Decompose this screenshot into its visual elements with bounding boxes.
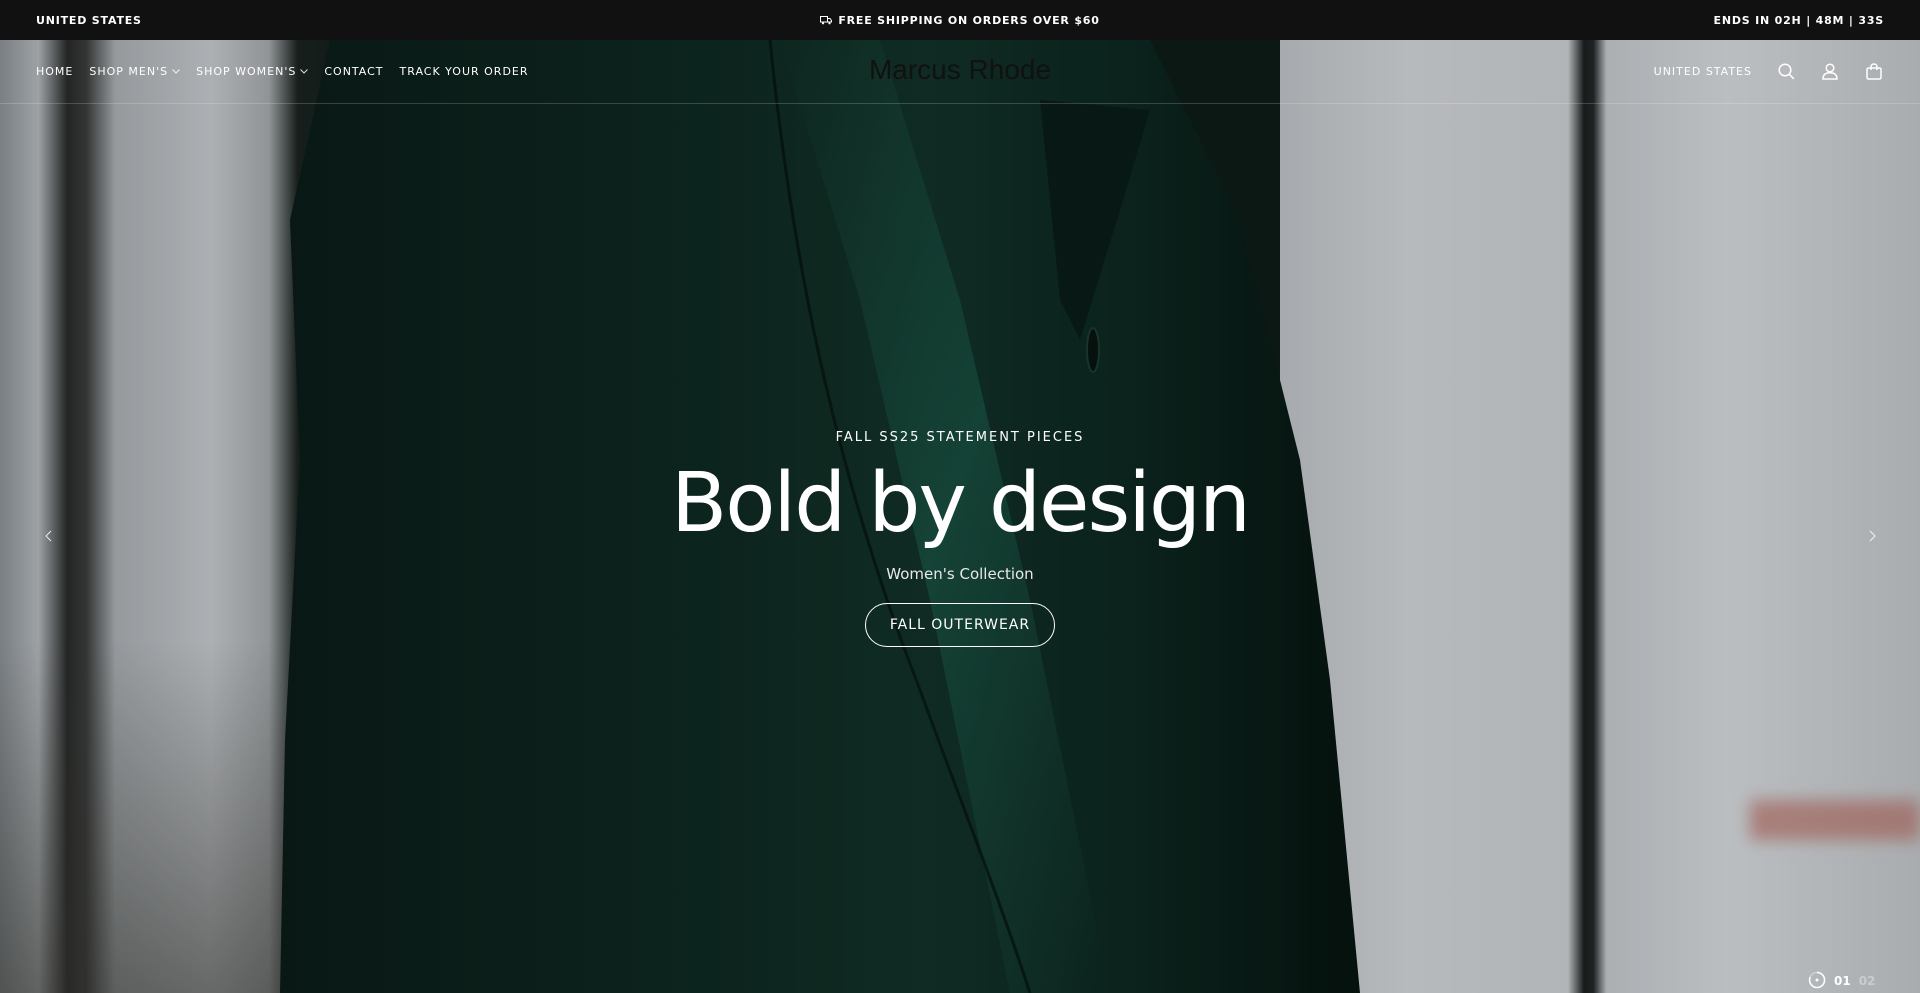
hero-subheadline: Women's Collection [886,565,1034,583]
fall-outerwear-button[interactable]: FALL OUTERWEAR [864,603,1056,647]
chevron-down-icon [172,67,180,77]
shipping-text: FREE SHIPPING ON ORDERS OVER $60 [838,13,1100,27]
nav-shop-mens-label: SHOP MEN'S [89,65,169,78]
hero-content: FALL SS25 STATEMENT PIECES Bold by desig… [0,430,1920,647]
nav-shop-mens[interactable]: SHOP MEN'S [89,65,180,78]
shipping-message: FREE SHIPPING ON ORDERS OVER $60 [820,14,1099,27]
chevron-left-icon [44,530,51,542]
chevron-right-icon [1869,530,1876,542]
nav-shop-womens-label: SHOP WOMEN'S [196,65,297,78]
site-logo[interactable]: Marcus Rhode [869,54,1051,85]
hero-headline: Bold by design [671,456,1251,551]
announcement-bar: UNITED STATES FREE SHIPPING ON ORDERS OV… [0,0,1920,40]
nav-shop-womens[interactable]: SHOP WOMEN'S [196,65,309,78]
announcement-center: FREE SHIPPING ON ORDERS OVER $60 [0,14,1920,27]
site-header: HOME SHOP MEN'S SHOP WOMEN'S CONTACT TRA… [0,40,1920,104]
truck-icon [820,15,833,24]
main-nav: HOME SHOP MEN'S SHOP WOMEN'S CONTACT TRA… [36,65,529,78]
nav-contact[interactable]: CONTACT [324,65,383,78]
search-icon[interactable] [1776,62,1796,82]
nav-track-order-label: TRACK YOUR ORDER [399,65,529,78]
slide-current[interactable]: 01 [1834,974,1851,988]
announcement-country[interactable]: UNITED STATES [36,14,142,27]
nav-home-label: HOME [36,65,74,78]
chevron-down-icon [300,67,309,77]
cart-icon[interactable] [1864,62,1884,82]
slider-next-button[interactable] [1862,526,1882,546]
nav-track-order[interactable]: TRACK YOUR ORDER [400,65,529,78]
nav-home[interactable]: HOME [36,65,73,78]
slide-indicator: 01 02 [1808,971,1876,992]
nav-contact-label: CONTACT [324,65,384,78]
autoplay-progress-icon[interactable] [1808,971,1826,992]
account-icon[interactable] [1820,62,1840,82]
countdown-timer: ENDS IN 02H | 48M | 33S [1713,13,1884,27]
slider-prev-button[interactable] [38,526,58,546]
slide-next[interactable]: 02 [1859,974,1876,988]
header-actions: UNITED STATES [1654,62,1884,82]
country-selector[interactable]: UNITED STATES [1654,65,1752,78]
hero-eyebrow: FALL SS25 STATEMENT PIECES [835,430,1085,445]
